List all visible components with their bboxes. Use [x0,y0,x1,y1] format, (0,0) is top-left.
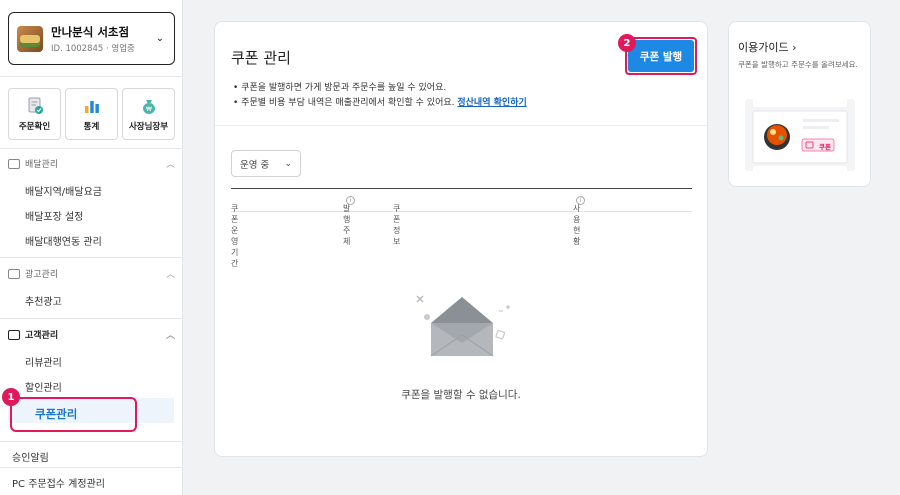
nav-review[interactable]: 리뷰관리 [25,354,62,369]
status-filter-select[interactable]: 운영 중 ⌄ [231,150,301,177]
guide-illustration: 쿠폰 [745,99,855,171]
page-title: 쿠폰 관리 [231,49,291,67]
section-title: 배달관리 [25,160,59,170]
chevron-down-icon: ⌄ [284,158,292,169]
quick-ledger[interactable]: ₩ 사장님장부 [122,88,175,140]
store-id-status: ID. 1002845 · 영업중 [51,43,135,54]
settlement-link[interactable]: 정산내역 확인하기 [457,98,526,108]
sidebar: 만나분식 서초점 ID. 1002845 · 영업중 ⌄ 주문확인 통계 ₩ 사… [0,0,183,495]
chevron-up-icon: ︿ [165,160,175,170]
empty-envelope-illustration [411,291,513,364]
divider [215,125,707,126]
highlight-box-coupon-nav [10,397,137,432]
coupon-tag: 쿠폰 [819,143,831,151]
quick-label: 통계 [83,121,100,132]
chevron-down-icon: ⌄ [155,33,165,44]
store-selector[interactable]: 만나분식 서초점 ID. 1002845 · 영업중 ⌄ [8,12,175,65]
nav-pc-account[interactable]: PC 주문접수 계정관리 [12,475,105,490]
section-customer[interactable]: 고객관리 ︿ [8,328,175,341]
quick-stats[interactable]: 통계 [65,88,118,140]
divider [0,318,183,319]
coupon-table-header: 쿠폰 운영기간 발행주체 i 쿠폰정보 사용현황 i [231,188,692,268]
section-delivery[interactable]: 배달관리 ︿ [8,157,175,170]
quick-label: 사장님장부 [128,121,169,132]
divider [0,441,183,442]
divider [0,76,183,77]
money-bag-icon: ₩ [140,97,158,115]
divider [0,467,183,468]
chat-icon [8,158,20,169]
nav-recommend-ad[interactable]: 추천광고 [25,293,62,308]
nav-delivery-setting[interactable]: 배달포장 설정 [25,208,83,223]
bar-chart-icon [83,97,101,115]
section-title: 광고관리 [25,270,59,280]
svg-text:₩: ₩ [146,106,152,113]
section-title: 고객관리 [25,331,59,341]
column-header: 사용현황 i [573,196,585,246]
step-badge-1: 1 [2,388,20,406]
section-ads[interactable]: 광고관리 ︿ [8,267,175,280]
step-badge-2: 2 [618,34,636,52]
store-name: 만나분식 서초점 [51,24,130,39]
column-header: 발행주체 i [343,196,355,246]
quick-label: 주문확인 [18,121,51,132]
guide-description: 쿠폰을 발행하고 주문수를 올려보세요. [738,60,858,69]
usage-guide-card[interactable]: 이용가이드 › 쿠폰을 발행하고 주문수를 올려보세요. 쿠폰 [728,21,871,187]
empty-state-message: 쿠폰을 발행할 수 없습니다. [401,389,521,401]
quick-menu: 주문확인 통계 ₩ 사장님장부 [8,88,175,140]
divider [0,148,183,149]
chat-icon [8,329,20,340]
note-text: 주문별 비용 부담 내역은 매출관리에서 확인할 수 있어요. [241,98,455,108]
coupon-notes: • 쿠폰을 발행하면 가게 방문과 주문수를 높일 수 있어요. • 주문별 비… [233,83,527,108]
chevron-right-icon: › [792,41,797,54]
nav-discount[interactable]: 할인관리 [25,379,62,394]
filter-value: 운영 중 [240,159,270,171]
chevron-up-icon: ︿ [165,331,175,341]
store-thumbnail [17,25,43,52]
order-check-icon [26,97,44,115]
guide-title[interactable]: 이용가이드 › [738,39,797,55]
chevron-up-icon: ︿ [165,270,175,280]
nav-delivery-area[interactable]: 배달지역/배달요금 [25,183,102,198]
nav-delivery-agency[interactable]: 배달대행연동 관리 [25,233,102,248]
coupon-management-card: 쿠폰 관리 쿠폰 발행 2 • 쿠폰을 발행하면 가게 방문과 주문수를 높일 … [214,21,708,457]
quick-order-check[interactable]: 주문확인 [8,88,61,140]
nav-approval-alert[interactable]: 승인알림 [12,449,49,464]
megaphone-icon [8,268,20,279]
note-text: 쿠폰을 발행하면 가게 방문과 주문수를 높일 수 있어요. [241,83,447,93]
divider [0,257,183,258]
